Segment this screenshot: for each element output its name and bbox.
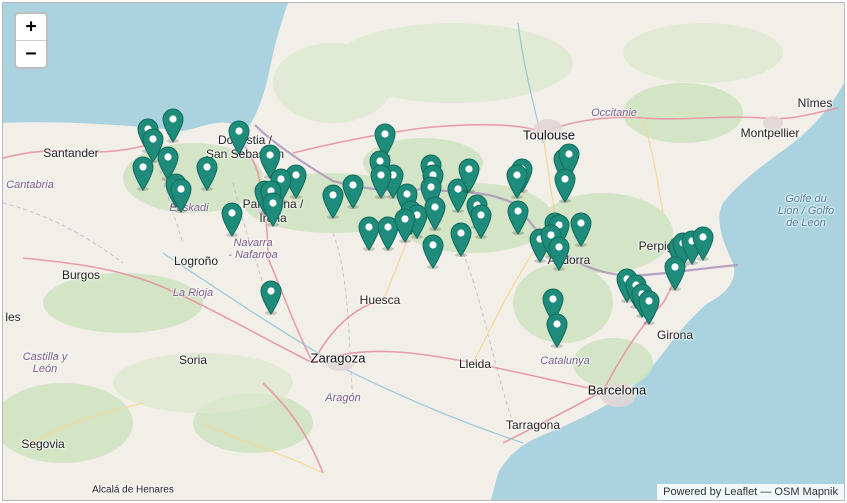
map-marker[interactable] bbox=[547, 235, 571, 271]
map-marker[interactable] bbox=[227, 119, 251, 155]
map-marker[interactable] bbox=[506, 199, 530, 235]
label-catalunya: Catalunya bbox=[540, 355, 590, 367]
map-marker[interactable] bbox=[261, 191, 285, 227]
map-marker[interactable] bbox=[393, 207, 417, 243]
map-marker[interactable] bbox=[169, 177, 193, 213]
map-marker[interactable] bbox=[545, 312, 569, 348]
attribution-tiles: OSM Mapnik bbox=[774, 486, 838, 498]
map-marker[interactable] bbox=[457, 157, 481, 193]
label-lleida: Lleida bbox=[458, 357, 492, 371]
map-marker[interactable] bbox=[569, 211, 593, 247]
zoom-out-button[interactable]: − bbox=[16, 40, 46, 67]
label-santander: Santander bbox=[43, 146, 99, 160]
label-navarra: Navarra - Nafarroa bbox=[228, 237, 278, 261]
map-marker[interactable] bbox=[421, 233, 445, 269]
label-castilla-y-leon: Castilla y León bbox=[22, 351, 68, 375]
zoom-in-button[interactable]: + bbox=[16, 14, 46, 40]
label-nimes: Nîmes bbox=[797, 96, 833, 110]
label-tarragona: Tarragona bbox=[505, 418, 561, 432]
label-huesca: Huesca bbox=[359, 293, 401, 307]
label-segovia: Segovia bbox=[21, 437, 65, 451]
attribution-powered-by: Powered by bbox=[663, 486, 722, 498]
attribution-separator: — bbox=[757, 486, 775, 498]
label-golfe-du-lion: Golfe du Lion / Golfo de León bbox=[777, 193, 835, 229]
map-marker[interactable] bbox=[663, 255, 687, 291]
label-girona: Girona bbox=[656, 328, 694, 342]
map-marker[interactable] bbox=[131, 155, 155, 191]
map-marker[interactable] bbox=[341, 173, 365, 209]
attribution: Powered by Leaflet — OSM Mapnik bbox=[657, 484, 844, 500]
label-cantabria: Cantabria bbox=[6, 179, 54, 191]
label-logrono: Logroño bbox=[173, 254, 219, 268]
label-aragon: Aragón bbox=[325, 392, 361, 404]
label-les: les bbox=[5, 310, 21, 324]
label-soria: Soria bbox=[178, 353, 208, 367]
map-marker[interactable] bbox=[691, 225, 715, 261]
map-marker[interactable] bbox=[220, 201, 244, 237]
label-burgos: Burgos bbox=[61, 268, 101, 282]
map-marker[interactable] bbox=[637, 289, 661, 325]
label-montpellier: Montpellier bbox=[740, 126, 800, 140]
map-container[interactable]: Toulouse Occitanie Montpellier Nîmes Gol… bbox=[2, 2, 845, 501]
map-marker[interactable] bbox=[553, 167, 577, 203]
label-barcelona: Barcelona bbox=[587, 382, 647, 398]
map-marker[interactable] bbox=[369, 163, 393, 199]
map-marker[interactable] bbox=[449, 221, 473, 257]
map-marker[interactable] bbox=[505, 163, 529, 199]
map-marker[interactable] bbox=[423, 195, 447, 231]
map-marker[interactable] bbox=[259, 279, 283, 315]
label-la-rioja: La Rioja bbox=[172, 287, 214, 299]
map-marker[interactable] bbox=[195, 155, 219, 191]
label-toulouse: Toulouse bbox=[522, 127, 576, 143]
label-alcala: Alcalá de Henares bbox=[92, 484, 174, 496]
zoom-control: + − bbox=[14, 12, 48, 69]
label-occitanie: Occitanie bbox=[591, 107, 637, 119]
leaflet-link[interactable]: Leaflet bbox=[724, 486, 757, 498]
label-zaragoza: Zaragoza bbox=[310, 350, 366, 366]
